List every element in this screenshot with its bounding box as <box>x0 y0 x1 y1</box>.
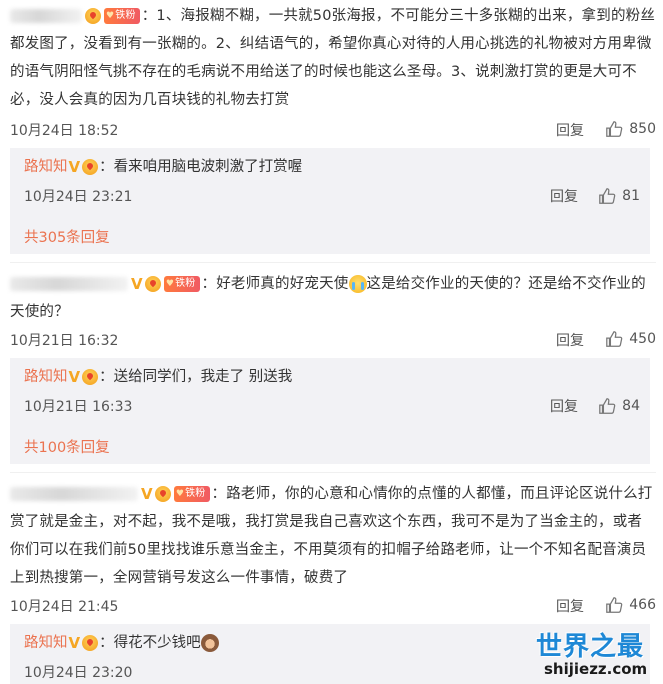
reply-button[interactable]: 回复 <box>556 596 584 616</box>
watermark-url: shijiezz.com <box>544 660 648 678</box>
comment-body: ：路老师，你的心意和心情你的点懂的人都懂，而且评论区说什么打赏了就是金主，对不起… <box>10 486 653 586</box>
reply-date: 10月21日 16:33 <box>24 399 133 415</box>
thumbs-up-icon <box>599 188 616 204</box>
reply-button[interactable]: 回复 <box>556 120 584 140</box>
vip-v-icon: V <box>141 485 153 503</box>
reply-username[interactable]: 路知知 <box>24 369 68 385</box>
thumbs-up-icon <box>606 121 623 137</box>
reply-date: 10月24日 23:21 <box>24 189 133 205</box>
reply-button[interactable]: 回复 <box>550 186 578 206</box>
like-button[interactable]: 450 <box>605 328 656 350</box>
comment-date: 10月21日 16:32 <box>10 333 119 349</box>
reply-meta: 10月24日 23:21 回复 81 <box>24 184 640 208</box>
fan-badge: ♥铁粉 <box>173 486 210 502</box>
reply-body: ：送给同学们，我走了 别送我 <box>99 369 293 385</box>
comment-meta: 10月24日 18:52 回复 850 <box>10 116 656 142</box>
fan-medal-icon <box>144 276 161 292</box>
vip-v-icon: V <box>68 634 81 652</box>
reply-button[interactable]: 回复 <box>550 396 578 416</box>
reply-text: 路知知V ：得花不少钱吧 <box>24 632 219 654</box>
fan-medal-icon <box>82 635 99 651</box>
crying-face-emoji <box>348 275 367 293</box>
blurred-username[interactable] <box>10 9 82 23</box>
fan-medal-icon <box>85 8 101 24</box>
comment-meta: 10月24日 21:45 回复 466 <box>10 592 656 618</box>
comment-text: V ♥铁粉 ：好老师真的好宠天使 这是给交作业的天使的？还是给不交作业的天使的？ <box>10 270 656 326</box>
reply-meta: 10月21日 16:33 回复 84 <box>24 394 640 418</box>
comment-date: 10月24日 21:45 <box>10 599 119 615</box>
like-button[interactable]: 81 <box>598 184 640 208</box>
like-count: 450 <box>629 331 656 347</box>
comment-date: 10月24日 18:52 <box>10 123 119 139</box>
comment-text: ♥铁粉 ：1、海报糊不糊，一共就50张海报，不可能分三十多张糊的出来，拿到的粉丝都… <box>10 2 656 114</box>
thumbs-up-icon <box>606 331 623 347</box>
fan-medal-icon <box>82 159 99 175</box>
blurred-username[interactable] <box>10 487 138 501</box>
reply-box: 路知知V ：送给同学们，我走了 别送我 10月21日 16:33 回复 84 共1… <box>10 358 650 464</box>
thumbs-up-icon <box>606 597 623 613</box>
like-button[interactable]: 84 <box>598 394 640 418</box>
like-count: 84 <box>622 398 640 414</box>
divider <box>10 262 656 263</box>
comment-1: ♥铁粉 ：1、海报糊不糊，一共就50张海报，不可能分三十多张糊的出来，拿到的粉丝都… <box>0 0 663 254</box>
divider <box>10 472 656 473</box>
like-count: 81 <box>622 188 640 204</box>
reply-body: ：看来咱用脑电波刺激了打赏喔 <box>99 159 303 175</box>
more-replies-link[interactable]: 共100条回复 <box>24 436 110 457</box>
reply-username[interactable]: 路知知 <box>24 159 68 175</box>
like-count: 850 <box>629 121 656 137</box>
like-button[interactable]: 466 <box>605 594 656 616</box>
vip-v-icon: V <box>68 158 81 176</box>
comment-meta: 10月21日 16:32 回复 450 <box>10 326 656 352</box>
comment-2: V ♥铁粉 ：好老师真的好宠天使 这是给交作业的天使的？还是给不交作业的天使的？ 10… <box>0 268 663 468</box>
reply-body: ：得花不少钱吧 <box>99 635 201 651</box>
blurred-username[interactable] <box>10 277 128 291</box>
monkey-emoji <box>200 634 219 652</box>
reply-button[interactable]: 回复 <box>556 330 584 350</box>
like-button[interactable]: 850 <box>605 118 656 140</box>
fan-badge: ♥铁粉 <box>163 276 200 292</box>
comment-body-part1: ：好老师真的好宠天使 <box>201 276 349 292</box>
reply-username[interactable]: 路知知 <box>24 635 68 651</box>
vip-v-icon: V <box>131 275 143 293</box>
site-watermark: 世界之最 shijiezz.com <box>530 626 660 682</box>
thumbs-up-icon <box>599 398 616 414</box>
comment-text: V ♥铁粉 ：路老师，你的心意和心情你的点懂的人都懂，而且评论区说什么打赏了就是金主… <box>10 480 656 592</box>
fan-medal-icon <box>82 369 99 385</box>
watermark-title: 世界之最 <box>536 632 645 662</box>
more-replies-link[interactable]: 共305条回复 <box>24 226 110 247</box>
reply-text: 路知知V ：看来咱用脑电波刺激了打赏喔 <box>24 156 302 178</box>
reply-text: 路知知V ：送给同学们，我走了 别送我 <box>24 366 292 388</box>
fan-medal-icon <box>154 486 171 502</box>
reply-date: 10月24日 23:20 <box>24 665 133 681</box>
vip-v-icon: V <box>68 368 81 386</box>
reply-box: 路知知V ：看来咱用脑电波刺激了打赏喔 10月24日 23:21 回复 81 共3… <box>10 148 650 254</box>
like-count: 466 <box>629 597 656 613</box>
fan-badge: ♥铁粉 <box>104 8 140 24</box>
